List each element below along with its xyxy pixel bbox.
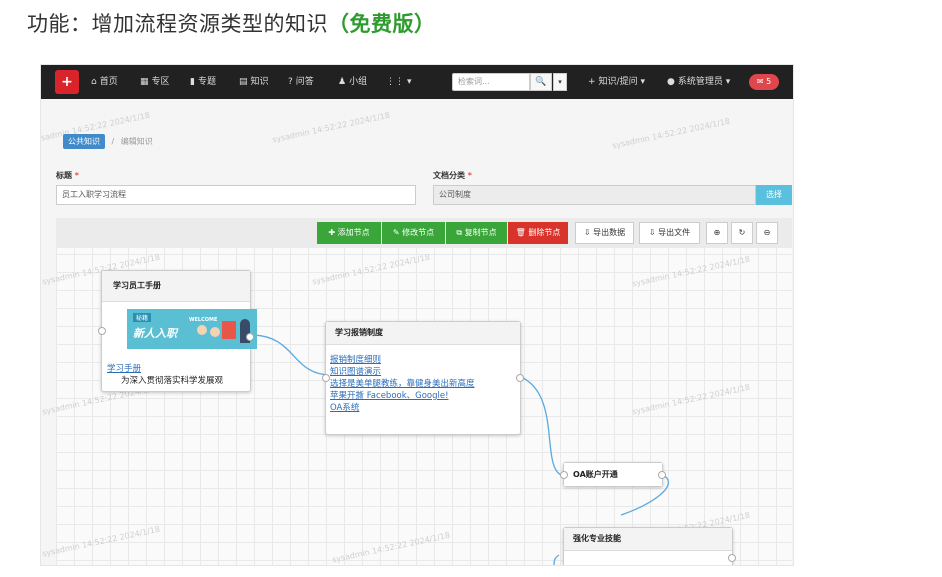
connector-line [250, 334, 332, 376]
connector-line [553, 554, 560, 565]
person-icon [210, 327, 220, 337]
page-heading-highlight: （免费版） [328, 12, 436, 36]
node-title: 强化专业技能 [564, 528, 732, 551]
node-link[interactable]: 报销制度细则 [330, 354, 475, 366]
welcome-banner-image: 秘籍 新人入职 WELCOME [127, 309, 257, 349]
node-link[interactable]: 学习手册 [107, 363, 223, 375]
node-title: 学习报销制度 [326, 322, 520, 345]
flow-node-employee-handbook[interactable]: 学习员工手册 秘籍 新人入职 WELCOME 学习手册 为深入贯彻落实科学发展观 [98, 270, 257, 392]
node-link[interactable]: 选择是美单腿教练，靠健身美出新高度 [330, 378, 475, 390]
banner-text: 新人入职 [133, 327, 177, 340]
node-out-port[interactable] [246, 333, 254, 341]
page-heading: 功能：增加流程资源类型的知识（免费版） [27, 8, 436, 38]
node-out-port[interactable] [728, 554, 736, 562]
board-icon [222, 321, 236, 339]
flow-node-reimbursement[interactable]: 学习报销制度 报销制度细则 知识图谱演示 选择是美单腿教练，靠健身美出新高度 苹… [322, 321, 524, 435]
node-out-port[interactable] [516, 374, 524, 382]
person-icon [197, 325, 207, 335]
page-heading-text: 功能：增加流程资源类型的知识 [27, 12, 328, 36]
node-link[interactable]: 知识图谱演示 [330, 366, 475, 378]
node-title: 学习员工手册 [102, 271, 250, 302]
banner-tag: 秘籍 [133, 313, 152, 322]
app-window: + ⌂ 首页 ▦ 专区 ▮ 专题 ▤ 知识 ? 问答 ♟ 小组 ⋮⋮ ▾ 检索词... 🔍 ▾… [40, 64, 794, 566]
flow-node-oa-account[interactable]: OA账户开通 [560, 462, 666, 487]
node-links: 报销制度细则 知识图谱演示 选择是美单腿教练，靠健身美出新高度 苹果开撕 Fac… [330, 354, 475, 414]
node-description: 为深入贯彻落实科学发展观 [121, 376, 224, 386]
flow-node-skills[interactable]: 强化专业技能 [563, 527, 736, 565]
node-in-port[interactable] [322, 374, 330, 382]
node-title: OA账户开通 [564, 463, 662, 486]
node-links: 学习手册 为深入贯彻落实科学发展观 [107, 363, 223, 387]
node-in-port[interactable] [560, 471, 568, 479]
banner-sign: WELCOME [189, 317, 218, 323]
connector-line [520, 376, 562, 476]
node-link[interactable]: OA系统 [330, 402, 475, 414]
node-out-port[interactable] [658, 471, 666, 479]
node-in-port[interactable] [98, 327, 106, 335]
node-link[interactable]: 苹果开撕 Facebook、Google! [330, 390, 475, 402]
